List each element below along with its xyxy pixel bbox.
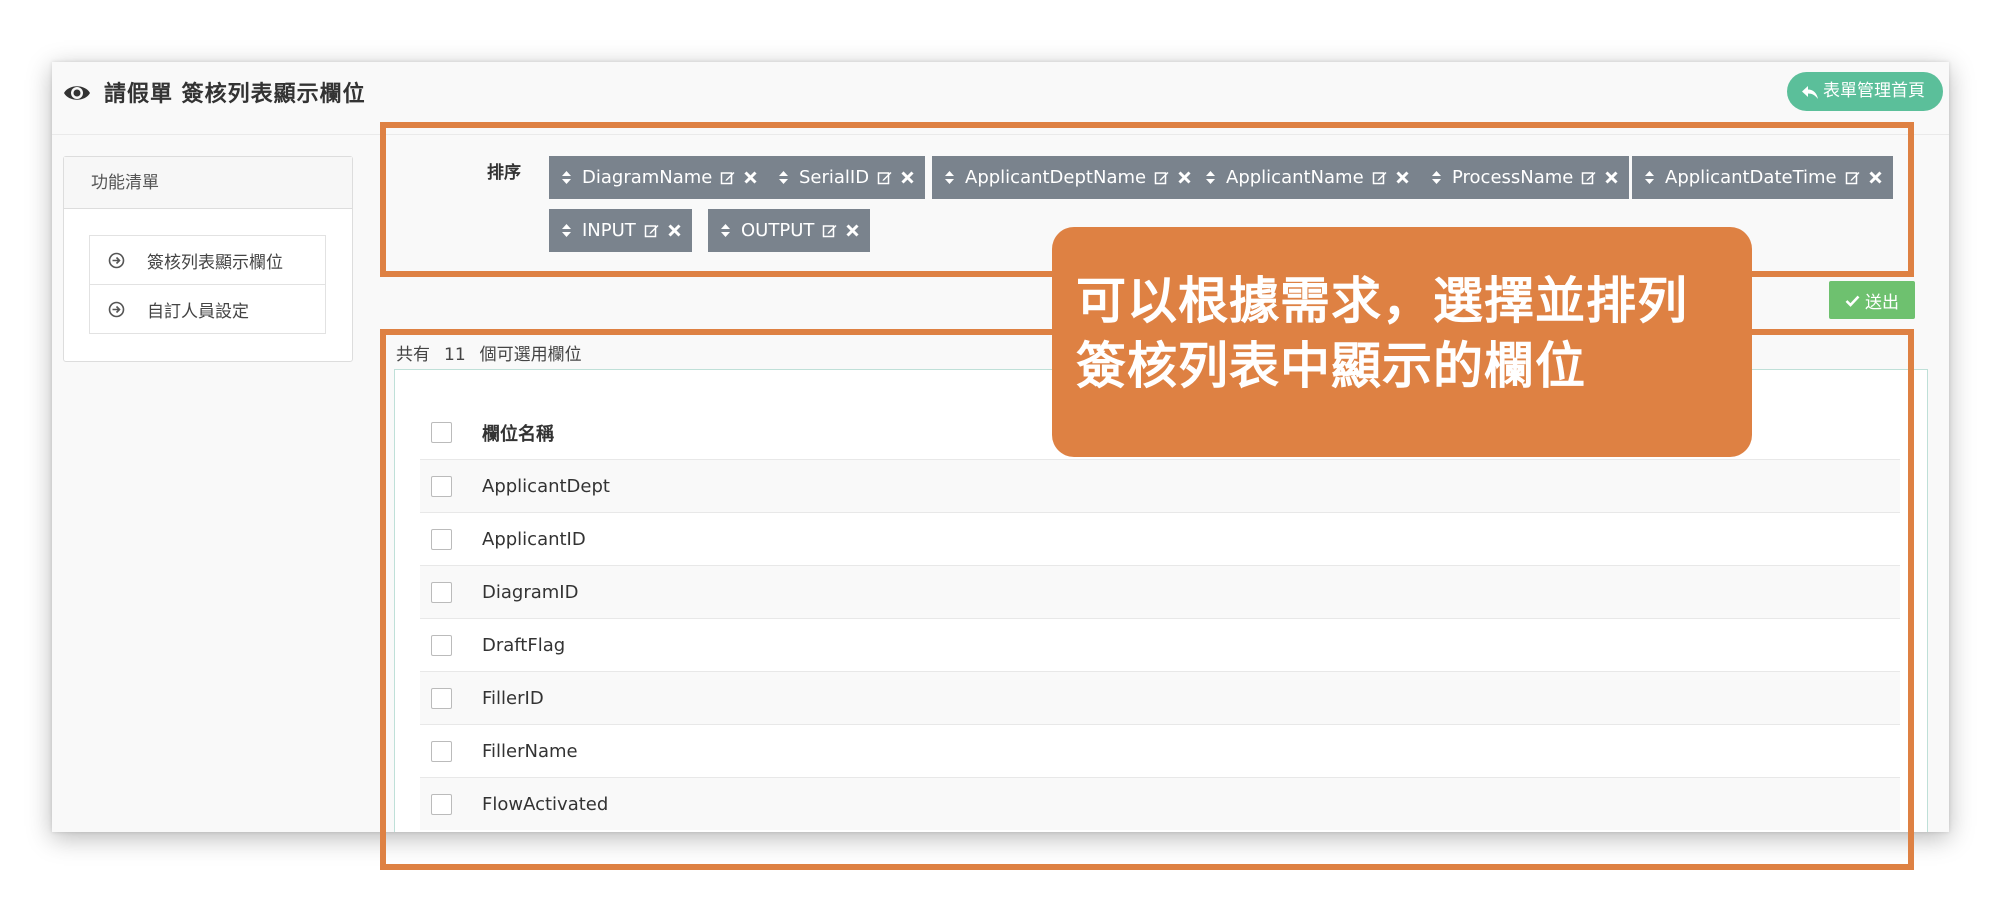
form-management-home-button[interactable]: 表單管理首頁 [1787, 72, 1943, 111]
home-button-label: 表單管理首頁 [1823, 81, 1925, 101]
callout-line-1: 可以根據需求，選擇並排列 [1076, 272, 1688, 330]
check-icon [1845, 295, 1860, 307]
sidebar-item-label: 簽核列表顯示欄位 [147, 252, 283, 273]
page-title: 請假單 簽核列表顯示欄位 [104, 82, 366, 107]
function-list-panel: 功能清單 簽核列表顯示欄位 自訂人員設定 [63, 156, 353, 362]
submit-button[interactable]: 送出 [1829, 281, 1915, 319]
sidebar-item-custom-personnel[interactable]: 自訂人員設定 [89, 284, 326, 334]
callout-line-2: 簽核列表中顯示的欄位 [1076, 337, 1586, 395]
sidebar-item-list-columns[interactable]: 簽核列表顯示欄位 [89, 235, 326, 285]
function-list-title: 功能清單 [64, 157, 352, 209]
annotation-callout: 可以根據需求，選擇並排列 簽核列表中顯示的欄位 [1052, 227, 1752, 457]
submit-button-label: 送出 [1865, 292, 1899, 313]
eye-icon [64, 86, 90, 100]
circle-arrow-right-icon [108, 252, 125, 268]
sidebar-item-label: 自訂人員設定 [147, 301, 249, 322]
reply-icon [1802, 85, 1818, 99]
circle-arrow-right-icon [108, 301, 125, 317]
